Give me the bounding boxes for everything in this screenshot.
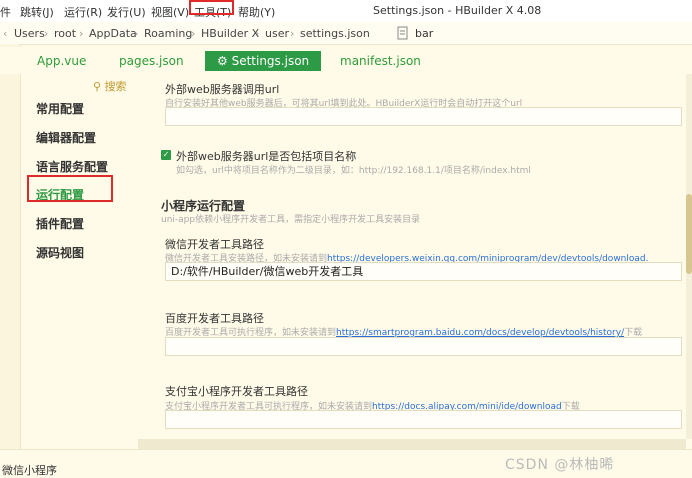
settings-search-button[interactable]: ⚲ 搜索 [93,78,127,94]
menubar: 件 跳转(J) 运行(R) 发行(U) 视图(V) 工具(T) 帮助(Y) Se… [0,0,692,23]
chevron-right-icon: › [255,27,260,40]
breadcrumb-item[interactable]: Users [14,27,45,40]
nav-item-source-view[interactable]: 源码视图 [36,244,84,261]
menu-view[interactable]: 视图(V) [151,4,189,20]
ext-server-label: 外部web服务器调用url [165,83,280,96]
breadcrumb-item[interactable]: HBuilder X [201,27,259,40]
breadcrumb: ‹ Users › root › AppData › Roaming › HBu… [0,22,692,45]
breadcrumb-item[interactable]: Roaming [144,27,192,40]
settings-content: 外部web服务器调用url 自行安装好其他web服务器后，可将其url填到此处。… [138,74,686,439]
scrollbar-thumb[interactable] [686,194,692,274]
ext-project-label: 外部web服务器url是否包括项目名称 [176,150,357,163]
left-activity-strip [0,44,21,475]
menu-help[interactable]: 帮助(Y) [238,4,275,20]
chevron-left-icon[interactable]: ‹ [3,27,7,40]
wechat-path-input[interactable]: D:/软件/HBuilder/微信web开发者工具 [165,262,682,281]
tab-settings-json[interactable]: ⚙ Settings.json [205,51,322,71]
settings-search-label: 搜索 [104,80,127,93]
menu-run[interactable]: 运行(R) [64,4,102,20]
chevron-right-icon: › [134,27,139,40]
breadcrumb-item[interactable]: user [265,27,289,40]
alipay-label: 支付宝小程序开发者工具路径 [165,385,308,398]
nav-item-general[interactable]: 常用配置 [36,100,84,117]
menu-publish[interactable]: 发行(U) [107,4,146,20]
ext-server-input[interactable] [165,107,682,126]
tab-manifest-json[interactable]: manifest.json [340,51,421,71]
baidu-label: 百度开发者工具路径 [165,312,264,325]
mp-section-desc: uni-app依赖小程序开发者工具，需指定小程序开发工具安装目录 [161,215,421,225]
run-config-highlight [27,175,113,202]
file-icon [397,26,408,40]
bottom-panel-title[interactable]: 微信小程序 [2,462,57,478]
watermark: CSDN @林柚晞 [505,457,615,473]
bottom-panel: 微信小程序 CSDN @林柚晞 [0,449,692,478]
wechat-label: 微信开发者工具路径 [165,238,264,251]
window-title: Settings.json - HBuilder X 4.08 [373,4,542,17]
panel-divider[interactable] [138,439,686,449]
search-icon: ⚲ [93,80,102,93]
chevron-right-icon: › [44,27,49,40]
menu-file[interactable]: 件 [0,4,11,20]
file-search-input[interactable]: bar [393,25,685,41]
chevron-right-icon: › [191,27,196,40]
tools-menu-highlight [189,0,234,15]
search-value: bar [415,27,434,40]
nav-item-plugins[interactable]: 插件配置 [36,215,84,232]
menu-goto[interactable]: 跳转(J) [20,4,54,20]
chevron-right-icon: › [79,27,84,40]
vertical-scrollbar[interactable] [686,74,692,439]
settings-nav: ⚲ 搜索 常用配置 编辑器配置 语言服务配置 运行配置 插件配置 源码视图 [20,74,138,439]
breadcrumb-item[interactable]: settings.json [300,27,370,40]
breadcrumb-item[interactable]: root [54,27,76,40]
tab-app-vue[interactable]: App.vue [37,51,86,71]
baidu-path-input[interactable] [165,337,682,356]
chevron-right-icon: › [290,27,295,40]
breadcrumb-item[interactable]: AppData [89,27,137,40]
tab-pages-json[interactable]: pages.json [119,51,184,71]
tab-bar: App.vue pages.json ⚙ Settings.json manif… [0,47,692,74]
ext-project-checkbox[interactable]: ✓ [161,150,171,160]
nav-item-language-service[interactable]: 语言服务配置 [36,158,108,175]
nav-item-editor[interactable]: 编辑器配置 [36,129,96,146]
alipay-path-input[interactable] [165,410,682,429]
ext-project-desc: 如勾选，url中将项目名称作为二级目录，如：http://192.168.1.1… [176,166,531,176]
